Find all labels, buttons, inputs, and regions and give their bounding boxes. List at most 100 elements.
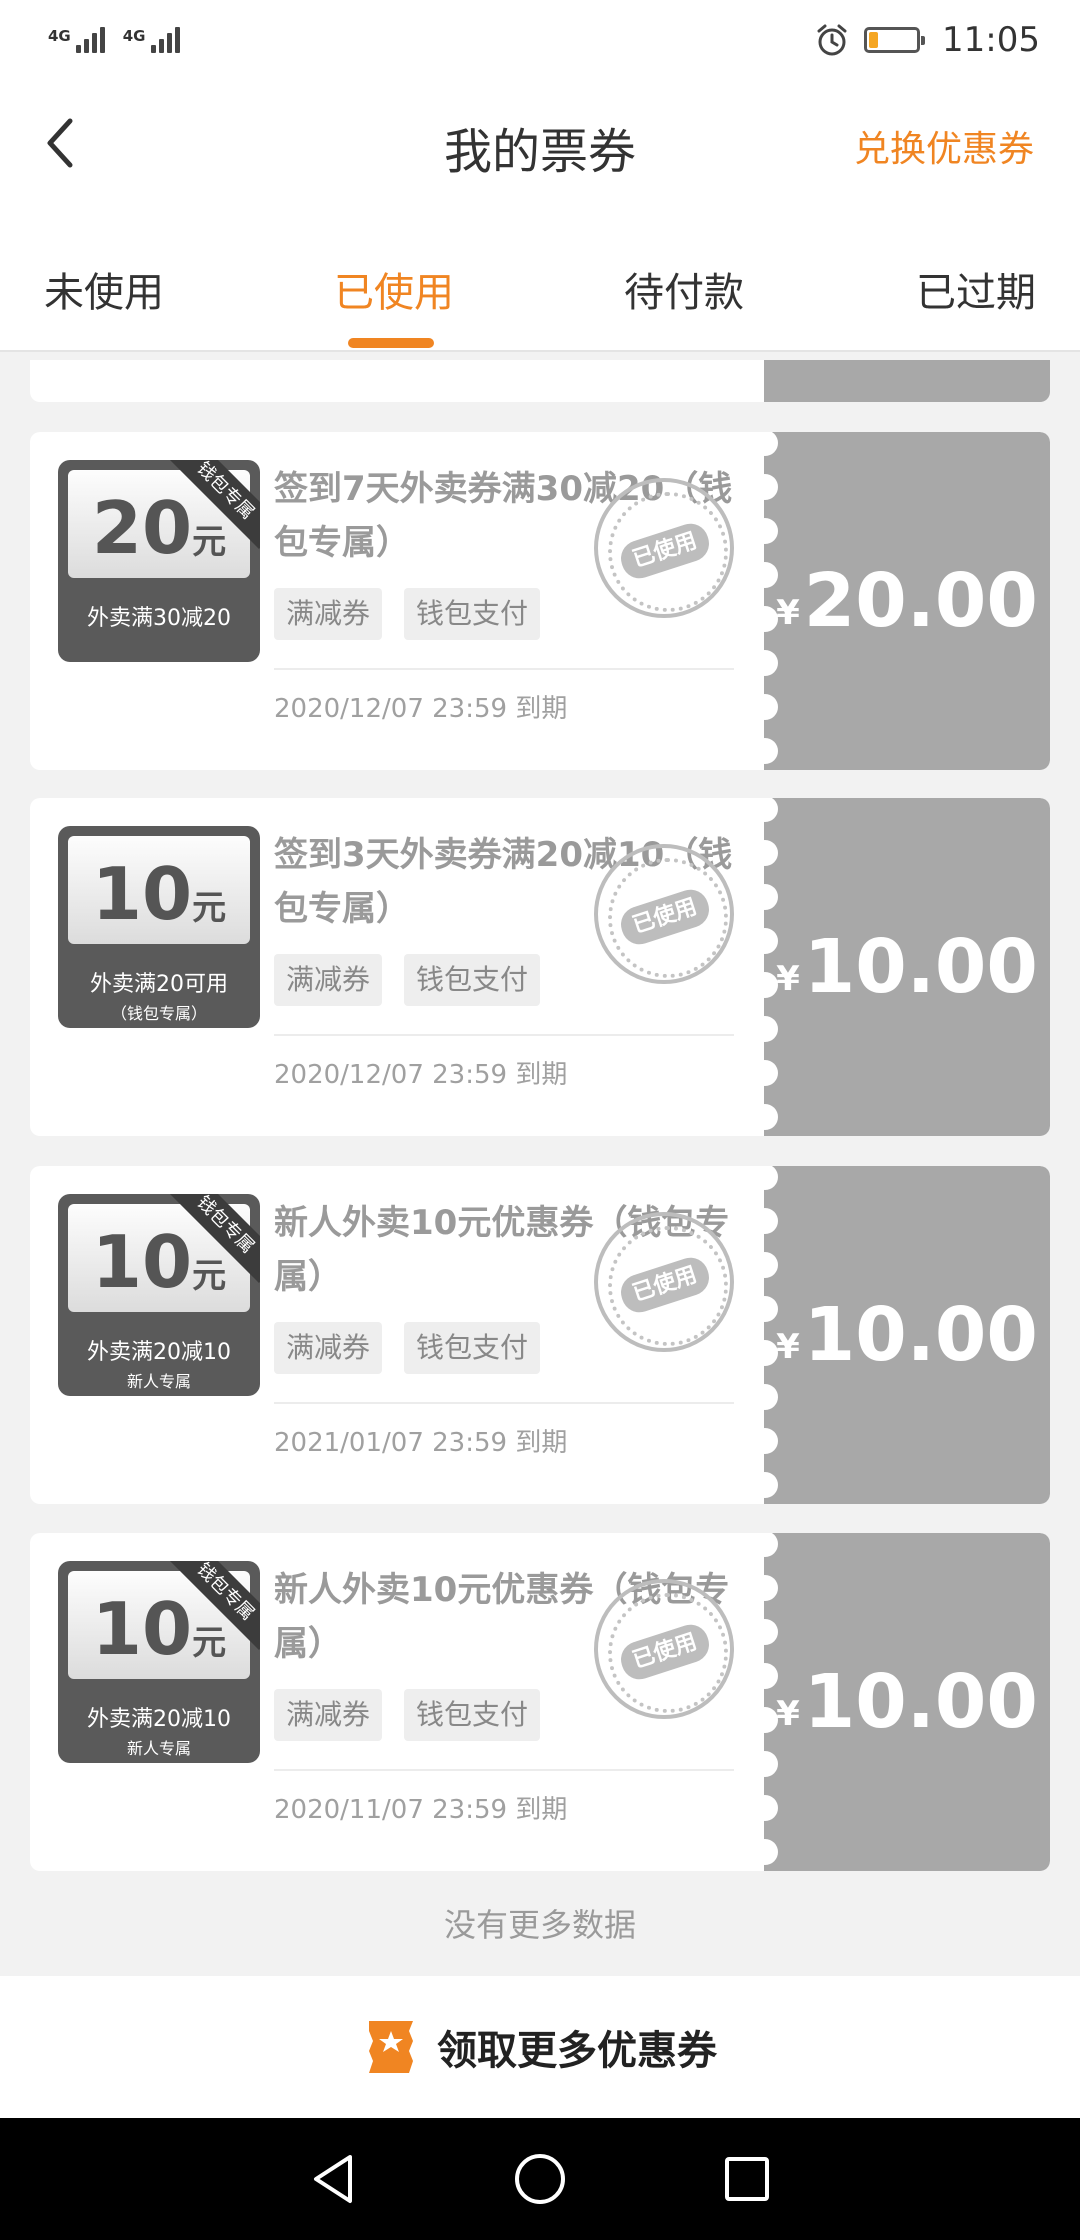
exchange-coupon-button[interactable]: 兑换优惠券: [854, 120, 1034, 172]
coupon-card-partial: [30, 360, 1050, 402]
nav-recents-icon[interactable]: [722, 2154, 772, 2204]
used-stamp-label: 已使用: [616, 885, 714, 949]
ticket-notch: [752, 1060, 778, 1086]
currency-symbol: ¥: [776, 959, 800, 999]
divider: [274, 1769, 734, 1771]
battery-level: [869, 32, 879, 48]
ticket-notch: [752, 1384, 778, 1410]
clock: 11:05: [942, 20, 1040, 60]
tab-pending-payment[interactable]: 待付款: [624, 260, 744, 318]
ticket-notch: [752, 738, 778, 764]
ticket-notch: [752, 884, 778, 910]
coupon-tag-type: 满减券: [274, 1322, 383, 1374]
ticket-notch: [752, 650, 778, 676]
tab-used[interactable]: 已使用: [334, 260, 454, 318]
ticket-notch: [752, 840, 778, 866]
used-stamp-label: 已使用: [616, 1620, 714, 1684]
coupon-tag-type: 满减券: [274, 588, 383, 640]
used-stamp-icon: 已使用: [594, 1579, 734, 1719]
ticket-notch: [752, 1428, 778, 1454]
thumbnail-condition: 外卖满30减20: [87, 606, 231, 631]
battery-icon: [864, 27, 926, 53]
divider: [274, 668, 734, 670]
ticket-notch: [752, 1663, 778, 1689]
status-bar: 4G 4G 11:05: [0, 0, 1080, 80]
system-nav-bar: [0, 2118, 1080, 2240]
network-type-2: 4G: [122, 27, 146, 45]
coupon-expiry: 2020/12/07 23:59 到期: [274, 1060, 568, 1090]
thumbnail-amount: 10元: [91, 852, 227, 936]
currency-symbol: ¥: [776, 1694, 800, 1734]
ticket-notch: [752, 606, 778, 632]
divider: [274, 1402, 734, 1404]
ticket-notch: [752, 1016, 778, 1042]
coupon-expiry: 2021/01/07 23:59 到期: [274, 1428, 568, 1458]
ticket-notch: [752, 1296, 778, 1322]
coupon-price-panel: ¥ 20.00: [764, 432, 1050, 770]
coupon-card[interactable]: 10元 外卖满20可用 （钱包专属） 签到3天外卖券满20减10（钱包专属） 满…: [30, 798, 1050, 1136]
signal-bar-icon: [150, 45, 156, 53]
no-more-data: 没有更多数据: [443, 1906, 636, 1944]
thumbnail-note: 新人专属: [126, 1739, 191, 1758]
network-type-1: 4G: [48, 27, 71, 45]
used-stamp-icon: 已使用: [594, 1212, 734, 1352]
coupon-price-panel-partial: [764, 360, 1050, 402]
coupon-value: 10.00: [803, 924, 1038, 1010]
ticket-notch: [752, 1340, 778, 1366]
coupon-thumbnail: 10元 外卖满20减10 新人专属 钱包专属: [58, 1561, 260, 1763]
ticket-notch: [752, 694, 778, 720]
coupon-tag-payment: 钱包支付: [404, 1322, 541, 1374]
signal-bar-icon: [83, 39, 89, 53]
thumbnail-condition: 外卖满20减10: [87, 1340, 231, 1365]
signal-bar-icon: [174, 27, 180, 53]
ticket-notch: [752, 518, 778, 544]
header: 我的票券 兑换优惠券: [0, 80, 1080, 210]
used-stamp-icon: 已使用: [594, 478, 734, 618]
tab-unused[interactable]: 未使用: [44, 260, 164, 318]
ticket-notch: [752, 1751, 778, 1777]
coupon-price-panel: ¥ 10.00: [764, 798, 1050, 1136]
coupon-value: 20.00: [803, 558, 1038, 644]
coupon-tag-payment: 钱包支付: [404, 954, 541, 1006]
ticket-notch: [752, 1707, 778, 1733]
ticket-notch: [752, 1208, 778, 1234]
nav-home-icon[interactable]: [513, 2152, 567, 2206]
thumbnail-note: 新人专属: [126, 1372, 191, 1391]
get-more-coupons-button[interactable]: 领取更多优惠券: [0, 1976, 1080, 2118]
coupon-price-panel: ¥ 10.00: [764, 1533, 1050, 1871]
coupon-expiry: 2020/11/07 23:59 到期: [274, 1795, 568, 1825]
coupon-price-panel: ¥ 10.00: [764, 1166, 1050, 1504]
used-stamp-label: 已使用: [616, 519, 714, 583]
signal-bar-icon: [166, 33, 172, 53]
ticket-notch: [752, 1795, 778, 1821]
ticket-notch: [752, 1252, 778, 1278]
coupon-card[interactable]: 20元 外卖满30减20 钱包专属 签到7天外卖券满30减20（钱包专属） 满减…: [30, 432, 1050, 770]
coupon-thumbnail: 10元 外卖满20可用 （钱包专属）: [58, 826, 260, 1028]
signal-bar-icon: [75, 45, 81, 53]
ticket-notch: [752, 474, 778, 500]
signal-bar-icon: [91, 33, 97, 53]
thumbnail-condition: 外卖满20可用: [90, 972, 228, 997]
coupon-tag-type: 满减券: [274, 954, 383, 1006]
signal-indicators: 4G 4G: [48, 27, 180, 53]
signal-bar-icon: [99, 27, 105, 53]
signal-bar-icon: [158, 39, 164, 53]
coupon-value: 10.00: [803, 1292, 1038, 1378]
coupon-tag-payment: 钱包支付: [404, 588, 541, 640]
coupon-card[interactable]: 10元 外卖满20减10 新人专属 钱包专属 新人外卖10元优惠券（钱包专属） …: [30, 1166, 1050, 1504]
used-stamp-label: 已使用: [616, 1253, 714, 1317]
tab-expired[interactable]: 已过期: [916, 260, 1036, 318]
ticket-star-icon: [369, 2021, 413, 2073]
ticket-notch: [752, 1575, 778, 1601]
ticket-notch: [752, 1619, 778, 1645]
ticket-notch: [752, 1104, 778, 1130]
divider: [274, 1034, 734, 1036]
nav-back-icon[interactable]: [308, 2152, 358, 2206]
thumbnail-condition: 外卖满20减10: [87, 1707, 231, 1732]
currency-symbol: ¥: [776, 1327, 800, 1367]
coupon-thumbnail: 20元 外卖满30减20 钱包专属: [58, 460, 260, 662]
coupon-card[interactable]: 10元 外卖满20减10 新人专属 钱包专属 新人外卖10元优惠券（钱包专属） …: [30, 1533, 1050, 1871]
status-right: 11:05: [814, 20, 1040, 60]
active-tab-indicator: [348, 338, 434, 348]
currency-symbol: ¥: [776, 593, 800, 633]
